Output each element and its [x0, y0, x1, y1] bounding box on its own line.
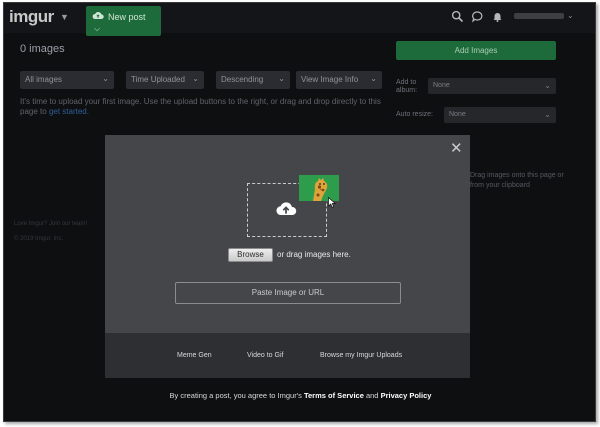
username-redacted[interactable] [514, 13, 564, 19]
filter-view-info[interactable]: View Image Info ⌄ [296, 71, 382, 89]
close-icon[interactable]: ✕ [450, 141, 463, 156]
paste-image-url-input[interactable]: Paste Image or URL [175, 282, 401, 304]
clipboard-hint: Drag images onto this page or from your … [470, 171, 564, 191]
user-menu-chevron-icon[interactable]: ⌄ [567, 11, 574, 20]
chevron-down-icon: ⌄ [102, 74, 109, 83]
imgur-logo[interactable]: imgur [9, 7, 54, 27]
filter-label: Descending [221, 75, 264, 84]
chevron-down-icon: ⌄ [544, 81, 551, 90]
drag-instructions: or drag images here. [277, 250, 351, 259]
auto-resize-select[interactable]: None ⌄ [444, 107, 556, 123]
auto-resize-label: Auto resize: [396, 111, 433, 118]
chevron-down-icon: ⌄ [278, 74, 285, 83]
filter-sort-order[interactable]: Descending ⌄ [216, 71, 290, 89]
empty-state-text: It's time to upload your first image. Us… [20, 97, 392, 117]
top-bar: imgur ▼ New post ⌵ ⌄ [4, 3, 595, 36]
hint-line: Drag images onto this page or [470, 172, 564, 179]
album-select-value: None [433, 82, 450, 89]
album-select[interactable]: None ⌄ [428, 78, 556, 94]
cloud-upload-icon [276, 202, 297, 215]
terms-of-service-link[interactable]: Terms of Service [304, 391, 364, 400]
new-post-button[interactable]: New post ⌵ [86, 6, 161, 36]
copyright-text: © 2019 Imgur, Inc. [14, 236, 64, 242]
chevron-down-icon: ⌵ [94, 24, 101, 33]
filter-sort-field[interactable]: Time Uploaded ⌄ [126, 71, 204, 89]
browse-button[interactable]: Browse [228, 248, 273, 262]
chat-icon[interactable] [471, 10, 484, 23]
careers-link[interactable]: Love Imgur? Join our team! [14, 221, 87, 227]
filter-label: Time Uploaded [131, 75, 185, 84]
cloud-upload-icon [92, 11, 104, 19]
notification-bell-icon[interactable] [491, 10, 504, 23]
page-title: 0 images [20, 43, 65, 55]
meme-gen-link[interactable]: Meme Gen [177, 352, 212, 359]
modal-footer: Meme Gen Video to Gif Browse my Imgur Up… [105, 333, 470, 378]
privacy-policy-link[interactable]: Privacy Policy [381, 391, 432, 400]
add-to-album-label: Add to album: [396, 79, 418, 94]
video-to-gif-link[interactable]: Video to Gif [247, 352, 283, 359]
get-started-link[interactable]: get started. [49, 107, 89, 116]
filter-label: View Image Info [301, 75, 359, 84]
terms-and: and [365, 391, 379, 400]
mouse-cursor-icon [328, 197, 336, 208]
chevron-down-icon: ⌄ [192, 74, 199, 83]
upload-modal: ✕ Browse or drag images here. Paste Imag… [105, 135, 470, 378]
browse-uploads-link[interactable]: Browse my Imgur Uploads [320, 352, 402, 359]
app-window: imgur ▼ New post ⌵ ⌄ 0 images All images… [3, 2, 596, 422]
new-post-label: New post [108, 12, 146, 22]
terms-notice: By creating a post, you agree to Imgur's… [4, 391, 595, 400]
search-icon[interactable] [451, 10, 464, 23]
add-images-button[interactable]: Add Images [396, 41, 556, 60]
chevron-down-icon: ⌄ [370, 74, 377, 83]
logo-menu-chevron-icon[interactable]: ▼ [60, 12, 69, 22]
filter-all-images[interactable]: All images ⌄ [20, 71, 114, 89]
hint-line: from your clipboard [470, 182, 530, 189]
filter-label: All images [25, 75, 62, 84]
chevron-down-icon: ⌄ [544, 110, 551, 119]
terms-prefix: By creating a post, you agree to Imgur's [169, 391, 302, 400]
auto-resize-value: None [449, 111, 466, 118]
